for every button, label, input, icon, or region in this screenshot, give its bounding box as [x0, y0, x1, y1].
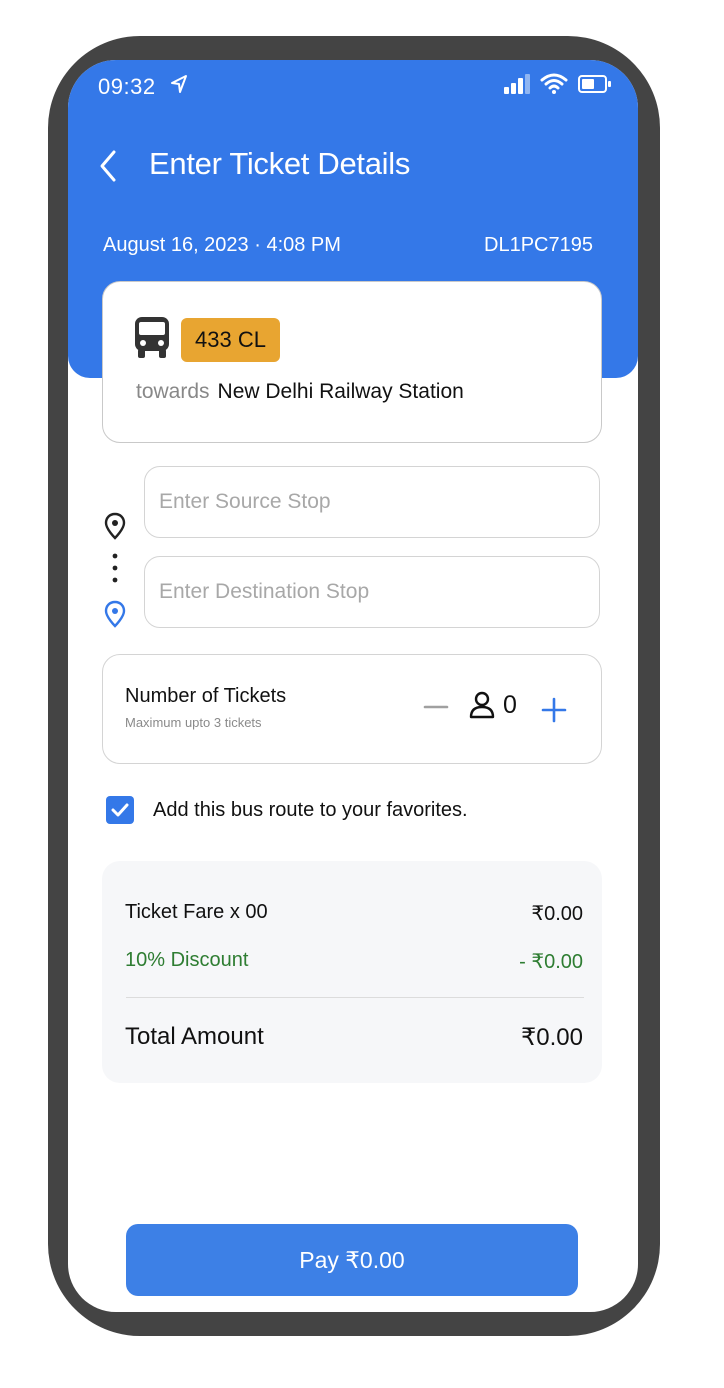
route-direction: towards New Delhi Railway Station: [136, 380, 464, 404]
person-icon: [469, 691, 495, 724]
total-amount-value: ₹0.00: [521, 1024, 583, 1051]
ticket-count-value: 0: [503, 691, 517, 719]
page-title: Enter Ticket Details: [149, 146, 411, 181]
map-pin-icon: [104, 512, 126, 545]
tickets-title: Number of Tickets: [125, 685, 287, 707]
towards-label: towards: [136, 380, 210, 403]
source-stop-input[interactable]: [144, 466, 600, 538]
wifi-icon: [540, 72, 568, 99]
trip-date-time: August 16, 2023 · 4:08 PM: [103, 234, 341, 256]
back-button[interactable]: [94, 148, 124, 184]
phone-frame: 09:32 Enter Ticket Details August 16, 20…: [48, 36, 660, 1336]
battery-icon: [578, 74, 612, 99]
cellular-signal-icon: [504, 74, 532, 99]
decrease-tickets-button[interactable]: [423, 697, 449, 722]
ticket-fare-label: Ticket Fare x 00: [125, 901, 268, 923]
checkmark-icon: [111, 803, 129, 817]
discount-label: 10% Discount: [125, 949, 249, 971]
ticket-fare-value: ₹0.00: [531, 903, 583, 925]
location-arrow-icon: [170, 74, 188, 99]
increase-tickets-button[interactable]: [541, 697, 567, 728]
fare-summary-card: Ticket Fare x 00 ₹0.00 10% Discount - ₹0…: [102, 861, 602, 1083]
plus-icon: [541, 697, 567, 723]
total-amount-label: Total Amount: [125, 1023, 264, 1050]
destination-stop-input[interactable]: [144, 556, 600, 628]
status-bar: 09:32: [68, 60, 638, 110]
back-chevron-icon: [100, 150, 116, 182]
pay-button[interactable]: Pay ₹0.00: [126, 1224, 578, 1296]
fare-divider: [126, 997, 584, 998]
route-card: 433 CL towards New Delhi Railway Station: [102, 281, 602, 443]
bus-icon: [134, 317, 170, 364]
vehicle-number: DL1PC7195: [484, 234, 593, 256]
route-destination: New Delhi Railway Station: [217, 380, 464, 403]
minus-icon: [423, 705, 449, 709]
status-time: 09:32: [98, 74, 156, 99]
favorite-route-checkbox[interactable]: [106, 796, 134, 824]
phone-screen: 09:32 Enter Ticket Details August 16, 20…: [68, 60, 638, 1312]
discount-value: - ₹0.00: [519, 951, 583, 973]
vertical-dots-icon: [112, 552, 118, 589]
tickets-subtitle: Maximum upto 3 tickets: [125, 715, 262, 730]
map-pin-blue-icon: [104, 600, 126, 633]
ticket-count-card: Number of Tickets Maximum upto 3 tickets…: [102, 654, 602, 764]
favorite-route-label: Add this bus route to your favorites.: [153, 799, 468, 821]
route-number-badge: 433 CL: [181, 318, 280, 362]
